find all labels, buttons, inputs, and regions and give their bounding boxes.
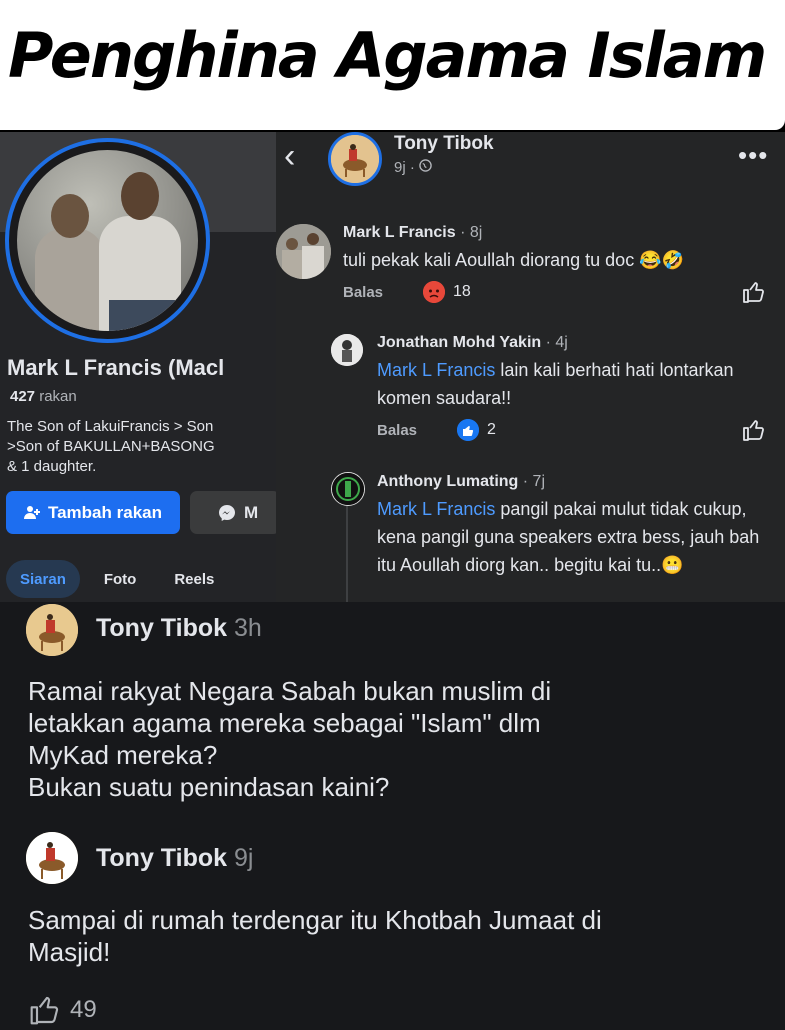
profile-bio: The Son of LakuiFrancis > Son >Son of BA… (7, 418, 215, 475)
angry-reaction-icon (423, 281, 445, 303)
add-friend-button[interactable]: Tambah rakan (6, 491, 180, 534)
reaction-count: 18 (453, 283, 471, 300)
camel-rider-image (26, 832, 78, 884)
camel-rider-image (26, 604, 78, 656)
post-author-avatar[interactable] (328, 132, 382, 186)
comment-author[interactable]: Jonathan Mohd Yakin · 4j (377, 334, 568, 352)
tab-siaran[interactable]: Siaran (6, 560, 80, 598)
tab-reels[interactable]: Reels (160, 560, 228, 598)
banner-background: Penghina Agama Islam (0, 0, 785, 130)
post-time: 3h (233, 614, 262, 642)
more-icon[interactable]: ••• (738, 140, 768, 171)
photo-person-left (35, 228, 105, 331)
comment-text: Mark L Francis lain kali berhati hati lo… (377, 356, 737, 412)
photo-person-right-head (121, 172, 159, 220)
friends-count[interactable]: 427 rakan (10, 388, 77, 405)
photo-person-right-legs (109, 300, 175, 331)
add-friend-label: Tambah rakan (47, 502, 162, 522)
post-time-text: 9j · (394, 159, 415, 176)
comment-author-name: Mark L Francis (343, 224, 456, 241)
reaction-summary[interactable]: 2 (457, 419, 496, 441)
thread-line (346, 504, 348, 602)
profile-name: Mark L Francis (Macl (7, 355, 225, 380)
reaction-summary[interactable]: 18 (423, 281, 471, 303)
comment-author-name: Anthony Lumating (377, 473, 519, 490)
reply-button[interactable]: Balas (377, 422, 417, 439)
comment-author[interactable]: Mark L Francis · 8j (343, 224, 482, 242)
friends-label: rakan (39, 388, 77, 405)
camel-rider-image (331, 135, 379, 183)
post-author-name: Tony Tibok (96, 844, 228, 872)
mention-link[interactable]: Mark L Francis (377, 360, 495, 380)
profile-avatar[interactable] (5, 138, 210, 343)
like-summary[interactable]: 49 (28, 994, 97, 1026)
comment-text: tuli pekak kali Aoullah diorang tu doc 😂… (343, 250, 685, 270)
bottom-posts-panel: Tony Tibok 3h Ramai rakyat Negara Sabah … (0, 602, 785, 1030)
reaction-count: 2 (487, 421, 496, 438)
message-button[interactable]: M (190, 491, 276, 534)
post-text: Ramai rakyat Negara Sabah bukan muslim d… (28, 676, 552, 802)
post-author-avatar[interactable] (26, 604, 78, 656)
post-author-name: Tony Tibok (96, 614, 228, 642)
photo-person-left-head (51, 194, 89, 238)
comment-avatar-logo (332, 473, 364, 505)
reply-button[interactable]: Balas (343, 284, 383, 301)
post-author[interactable]: Tony Tibok 3h (96, 614, 262, 643)
comment-avatar-photo (276, 224, 331, 279)
add-friend-icon (23, 505, 40, 519)
comment-author[interactable]: Anthony Lumating · 7j (377, 473, 545, 491)
comment-text: Mark L Francis pangil pakai mulut tidak … (377, 495, 773, 579)
thumbs-up-icon[interactable] (742, 418, 766, 442)
post-time: 9j · (394, 159, 432, 176)
friends-number: 427 (10, 388, 36, 405)
post-author[interactable]: Tony Tibok 9j (96, 844, 253, 873)
comment-avatar-mark[interactable] (276, 224, 331, 279)
back-arrow-icon[interactable]: ‹ (284, 139, 304, 173)
comment-avatar-jonathan[interactable] (331, 334, 363, 366)
post-text: Sampai di rumah terdengar itu Khotbah Ju… (28, 905, 602, 967)
comment-avatar-photo (331, 334, 363, 366)
post-time: 9j (233, 844, 254, 872)
thumbs-up-icon[interactable] (742, 280, 766, 304)
like-reaction-icon (457, 419, 479, 441)
profile-tabs: Siaran Foto Reels (6, 560, 238, 598)
avatar-photo (17, 150, 198, 331)
post-author-avatar[interactable] (26, 832, 78, 884)
mention-link[interactable]: Mark L Francis (377, 499, 495, 519)
message-label: M (244, 502, 259, 522)
comment-avatar-anthony[interactable] (331, 472, 365, 506)
comment-author-name: Jonathan Mohd Yakin (377, 334, 542, 351)
banner-title: Penghina Agama Islam (8, 19, 767, 92)
post-author-name[interactable]: Tony Tibok (394, 133, 494, 155)
tab-foto[interactable]: Foto (90, 560, 150, 598)
comment-time: · 4j (545, 334, 568, 351)
messenger-icon (219, 504, 235, 521)
like-count: 49 (70, 996, 97, 1023)
profile-panel: Mark L Francis (Macl 427 rakan The Son o… (0, 132, 276, 602)
comment-time: · 8j (460, 224, 483, 241)
comments-panel: ‹ Tony Tibok 9j · ••• Mark L Francis · 8… (276, 132, 785, 602)
banner: Penghina Agama Islam (0, 0, 785, 132)
globe-icon (419, 159, 432, 172)
comment-time: · 7j (522, 473, 545, 490)
thumbs-up-icon (30, 996, 59, 1025)
